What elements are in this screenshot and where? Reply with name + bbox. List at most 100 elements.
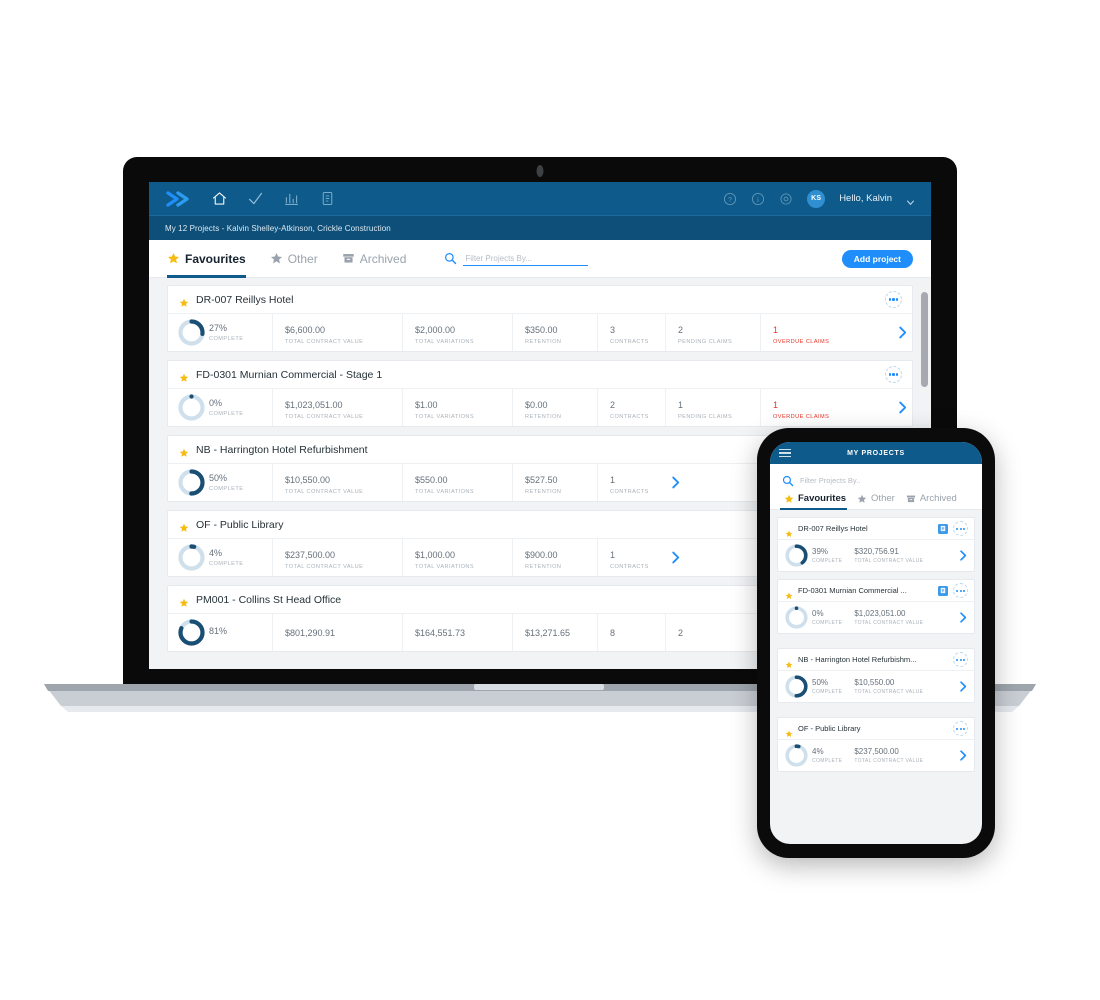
phone-search-bar <box>770 464 982 493</box>
search-input[interactable] <box>463 251 589 266</box>
phone-tab-archived[interactable]: Archived <box>902 493 964 509</box>
metric-value: 1 <box>610 550 616 561</box>
project-name: PM001 - Collins St Head Office <box>196 593 342 606</box>
metric-cell: $0.00 RETENTION <box>512 389 597 426</box>
gear-icon[interactable] <box>779 192 793 206</box>
metric-value: 50% <box>812 678 829 688</box>
phone-tab-favourites[interactable]: Favourites <box>780 493 853 510</box>
star-grey-icon <box>857 494 867 504</box>
metric-label: CONTRACTS <box>610 338 649 345</box>
project-card-header: DR-007 Reillys Hotel <box>168 286 912 313</box>
metrics-spacer <box>855 389 892 426</box>
progress-donut-cell: 27% COMPLETE <box>168 314 272 351</box>
tab-archived[interactable]: Archived <box>342 240 417 278</box>
project-card[interactable]: FD-0301 Murnian Commercial - Stage 1 0% … <box>167 360 913 427</box>
phone-project-card[interactable]: OF - Public Library 4% COMPLETE $237,500… <box>777 717 975 772</box>
project-card[interactable]: DR-007 Reillys Hotel 27% COMPLETE $6,600… <box>167 285 913 352</box>
metric-value: $13,271.65 <box>525 628 571 639</box>
phone-card-header: DR-007 Reillys Hotel <box>778 518 974 539</box>
avatar[interactable]: KS <box>807 189 826 208</box>
phone-project-card[interactable]: FD-0301 Murnian Commercial ... 0% COMPLE… <box>777 579 975 634</box>
scrollbar-thumb[interactable] <box>921 292 928 387</box>
note-badge-icon[interactable] <box>938 523 948 534</box>
metric-value: 50% <box>209 472 228 483</box>
row-menu-ellipsis-icon[interactable] <box>953 583 968 598</box>
search-icon[interactable] <box>444 252 457 265</box>
metric-value: 39% <box>812 547 829 557</box>
open-project-chevron-right-icon[interactable] <box>665 539 685 576</box>
metric-value: $10,550.00 <box>285 475 331 486</box>
metric-cell: 1 CONTRACTS <box>597 539 665 576</box>
star-filled-icon <box>784 494 794 504</box>
open-project-chevron-right-icon[interactable] <box>665 464 685 501</box>
star-favourite-icon[interactable] <box>785 525 793 537</box>
star-favourite-icon[interactable] <box>179 595 189 607</box>
row-menu-ellipsis-icon[interactable] <box>885 291 902 308</box>
metric-label: COMPLETE <box>812 757 843 764</box>
open-project-chevron-right-icon[interactable] <box>959 550 974 561</box>
desktop-nav-items <box>211 190 336 207</box>
desktop-nav-right: ? i KS Hello, Kalvin <box>723 189 915 208</box>
metric-label: CONTRACTS <box>610 413 649 420</box>
metric-label: COMPLETE <box>209 486 244 493</box>
metric-cell: 2 <box>665 614 760 651</box>
star-favourite-icon[interactable] <box>785 656 793 668</box>
phone-top-navbar: MY PROJECTS <box>770 442 982 464</box>
desktop-tabbar: Favourites Other Archived Filter Project… <box>149 240 931 278</box>
row-menu-ellipsis-icon[interactable] <box>953 721 968 736</box>
star-favourite-icon[interactable] <box>785 587 793 599</box>
star-favourite-icon[interactable] <box>179 370 189 382</box>
tab-favourites[interactable]: Favourites <box>167 240 256 278</box>
star-favourite-icon[interactable] <box>785 725 793 737</box>
progress-donut-icon <box>178 394 205 421</box>
caret-up-icon[interactable] <box>918 278 931 294</box>
metric-value: 4% <box>209 547 223 558</box>
metric-label: COMPLETE <box>812 619 843 626</box>
open-project-chevron-right-icon[interactable] <box>892 389 912 426</box>
home-icon[interactable] <box>211 190 228 207</box>
open-project-chevron-right-icon[interactable] <box>892 314 912 351</box>
metric-label: RETENTION <box>525 488 562 495</box>
add-project-button[interactable]: Add project <box>841 249 913 268</box>
check-icon[interactable] <box>247 190 264 207</box>
metric-value: 0% <box>209 397 223 408</box>
metric-cell: $2,000.00 TOTAL VARIATIONS <box>402 314 512 351</box>
metric-label: COMPLETE <box>209 411 244 418</box>
metric-label: CONTRACTS <box>610 488 649 495</box>
open-project-chevron-right-icon[interactable] <box>959 681 974 692</box>
help-circle-icon[interactable]: ? <box>723 192 737 206</box>
document-icon[interactable] <box>319 190 336 207</box>
metric-label: TOTAL VARIATIONS <box>415 563 475 570</box>
progress-donut-icon <box>785 606 808 629</box>
metric-cell: $10,550.00 TOTAL CONTRACT VALUE <box>272 464 402 501</box>
metric-label: OVERDUE CLAIMS <box>773 413 830 420</box>
open-project-chevron-right-icon[interactable] <box>959 612 974 623</box>
tab-other-label: Other <box>287 251 318 266</box>
progress-donut-cell: 81% <box>168 614 272 651</box>
phone-tab-other[interactable]: Other <box>853 493 902 509</box>
chevron-down-icon[interactable] <box>906 194 915 205</box>
note-badge-icon[interactable] <box>938 585 948 596</box>
search-icon[interactable] <box>782 474 794 487</box>
bar-chart-icon[interactable] <box>283 190 300 207</box>
star-favourite-icon[interactable] <box>179 520 189 532</box>
tab-other[interactable]: Other <box>270 240 328 278</box>
row-menu-ellipsis-icon[interactable] <box>953 652 968 667</box>
progress-donut-icon <box>178 619 205 646</box>
row-menu-ellipsis-icon[interactable] <box>885 366 902 383</box>
open-project-chevron-right-icon[interactable] <box>959 750 974 761</box>
phone-project-card[interactable]: DR-007 Reillys Hotel 39% COMPLETE $320,7… <box>777 517 975 572</box>
metric-label: TOTAL VARIATIONS <box>415 413 475 420</box>
desktop-search <box>444 251 589 266</box>
info-circle-icon[interactable]: i <box>751 192 765 206</box>
progress-donut-icon <box>178 319 205 346</box>
phone-project-card[interactable]: NB - Harrington Hotel Refurbishm... 50% … <box>777 648 975 703</box>
double-chevron-logo-icon[interactable] <box>165 189 197 209</box>
project-name: NB - Harrington Hotel Refurbishment <box>196 443 368 456</box>
phone-search-input[interactable] <box>800 475 940 485</box>
star-favourite-icon[interactable] <box>179 445 189 457</box>
metric-cell: $550.00 TOTAL VARIATIONS <box>402 464 512 501</box>
star-favourite-icon[interactable] <box>179 295 189 307</box>
row-menu-ellipsis-icon[interactable] <box>953 521 968 536</box>
metric-value: $1,023,051.00 <box>854 609 906 619</box>
